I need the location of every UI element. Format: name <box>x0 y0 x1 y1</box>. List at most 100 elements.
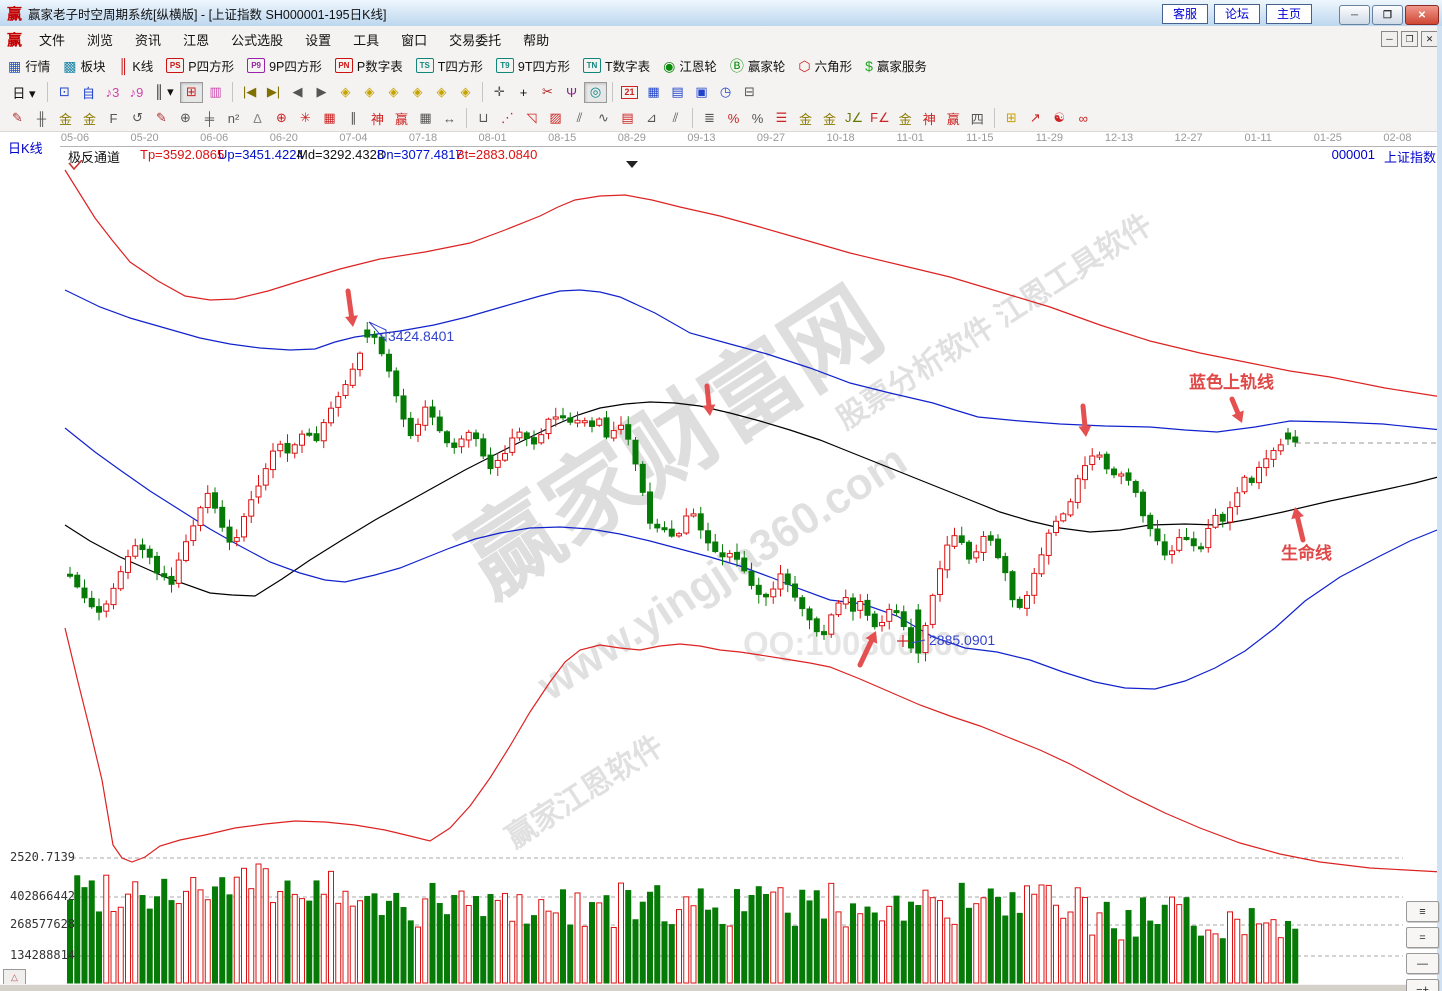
taiji-icon[interactable]: ☯ <box>1048 108 1071 129</box>
percent-icon[interactable]: % <box>746 108 769 129</box>
last-bar-icon[interactable]: ▶| <box>262 82 285 103</box>
t-number-button[interactable]: TNT数字表 <box>583 56 650 75</box>
kline-button[interactable]: ║K线 <box>119 56 154 75</box>
slant-lines-icon[interactable]: ⫽ <box>664 108 687 129</box>
home-button[interactable]: 主页 <box>1266 4 1312 24</box>
gold-lines-icon[interactable]: 金 <box>818 108 841 129</box>
h-expand-icon[interactable]: ↔ <box>438 108 461 129</box>
p9-cycle-icon[interactable]: ♪9 <box>125 82 148 103</box>
red-fan-icon[interactable]: ⋰ <box>496 108 519 129</box>
percent-red-icon[interactable]: % <box>722 108 745 129</box>
brush-icon[interactable]: ✎ <box>150 108 173 129</box>
gann-wheel-button[interactable]: ◉江恩轮 <box>663 56 717 75</box>
stats-bars-icon[interactable]: ≣ <box>698 108 721 129</box>
angle-a-icon[interactable]: ∆ <box>246 108 269 129</box>
menu-item[interactable]: 设置 <box>294 30 342 49</box>
gann-grid-lines-icon[interactable]: ╫ <box>30 108 53 129</box>
f-angle-icon[interactable]: F∠ <box>867 108 893 129</box>
t9-square-button[interactable]: T99T四方形 <box>496 56 570 75</box>
gann-compress-icon[interactable]: ◈ <box>406 82 429 103</box>
close-button[interactable]: ✕ <box>1405 5 1439 25</box>
gann-hswap-icon[interactable]: ◈ <box>382 82 405 103</box>
shen-angle-icon[interactable]: 神 <box>918 108 941 129</box>
speed-fan-icon[interactable]: ⫽ <box>568 108 591 129</box>
winner-wheel-button[interactable]: Ⓑ赢家轮 <box>730 56 786 75</box>
pane-toggle-button[interactable]: △ <box>3 969 26 985</box>
box-tool-icon[interactable]: ⊔ <box>472 108 495 129</box>
first-bar-icon[interactable]: |◀ <box>238 82 261 103</box>
ruler-lines-icon[interactable]: ╪ <box>198 108 221 129</box>
gold-grid-icon[interactable]: 金 <box>54 108 77 129</box>
gann-left-icon[interactable]: ◈ <box>334 82 357 103</box>
fan-box-icon[interactable]: ◹ <box>520 108 543 129</box>
prev-bar-icon[interactable]: ◀ <box>286 82 309 103</box>
quotes-button[interactable]: ▦行情 <box>8 56 50 75</box>
notes-icon[interactable]: ▤ <box>666 82 689 103</box>
gann-head-icon[interactable]: Ψ <box>560 82 583 103</box>
circle-cross-icon[interactable]: ⊕ <box>174 108 197 129</box>
support-button[interactable]: 客服 <box>1162 4 1208 24</box>
p-square-button[interactable]: PSP四方形 <box>166 56 234 75</box>
target-icon[interactable]: ⊕ <box>270 108 293 129</box>
black-grid-icon[interactable]: ▦ <box>414 108 437 129</box>
measure-icon[interactable]: ✂ <box>536 82 559 103</box>
red-grid-icon[interactable]: ⊞ <box>180 82 203 103</box>
menu-item[interactable]: 江恩 <box>172 30 220 49</box>
crosshair-icon[interactable]: + <box>512 82 535 103</box>
ying-angle-icon[interactable]: 赢 <box>942 108 965 129</box>
candle-style-dropdown[interactable]: ║ ▾ <box>149 82 179 103</box>
percent-lines-icon[interactable]: ☰ <box>770 108 793 129</box>
ai-brain-icon[interactable]: ◎ <box>584 82 607 103</box>
scale-small-button[interactable]: — <box>1406 953 1439 974</box>
star-burst-icon[interactable]: ✳ <box>294 108 317 129</box>
hand-tool-icon[interactable]: ✛ <box>488 82 511 103</box>
menu-item[interactable]: 交易委托 <box>438 30 512 49</box>
infinity-icon[interactable]: ∞ <box>1072 108 1095 129</box>
child-maximize-button[interactable]: ❐ <box>1401 31 1418 47</box>
p-number-button[interactable]: PNP数字表 <box>335 56 403 75</box>
gann-right-icon[interactable]: ◈ <box>358 82 381 103</box>
child-close-button[interactable]: ✕ <box>1421 31 1438 47</box>
n-square-icon[interactable]: n² <box>222 108 245 129</box>
ying-tool-icon[interactable]: 赢 <box>390 108 413 129</box>
menu-item[interactable]: 浏览 <box>76 30 124 49</box>
print-icon[interactable]: ⊟ <box>738 82 761 103</box>
draw-pen-icon[interactable]: ✎ <box>6 108 29 129</box>
menu-item[interactable]: 帮助 <box>512 30 560 49</box>
region-select-icon[interactable]: ⊡ <box>53 82 76 103</box>
gold-angle-icon[interactable]: 金 <box>894 108 917 129</box>
gann-center-icon[interactable]: ◈ <box>454 82 477 103</box>
period-day-dropdown[interactable]: 日 ▾ <box>6 82 42 103</box>
shen-tool-icon[interactable]: 神 <box>366 108 389 129</box>
yellow-grid-icon[interactable]: ⊞ <box>1000 108 1023 129</box>
menu-item[interactable]: 窗口 <box>390 30 438 49</box>
si-angle-icon[interactable]: 四 <box>966 108 989 129</box>
sectors-button[interactable]: ▩板块 <box>63 56 105 75</box>
info-list-icon[interactable]: 自 <box>77 82 100 103</box>
square-grid-icon[interactable]: ▦ <box>318 108 341 129</box>
menu-item[interactable]: 文件 <box>28 30 76 49</box>
save-icon[interactable]: ▣ <box>690 82 713 103</box>
zigzag-icon[interactable]: ∿ <box>592 108 615 129</box>
candlestick-chart[interactable]: 赢家财富网股票分析软件 江恩工具软件www.yingjia360.com赢家江恩… <box>0 160 1442 991</box>
menu-item[interactable]: 资讯 <box>124 30 172 49</box>
calculator-icon[interactable]: ▦ <box>642 82 665 103</box>
pause-lines-icon[interactable]: ∥ <box>342 108 365 129</box>
forum-button[interactable]: 论坛 <box>1214 4 1260 24</box>
j-angle-icon[interactable]: J∠ <box>842 108 866 129</box>
p3-cycle-icon[interactable]: ♪3 <box>101 82 124 103</box>
color-histogram-icon[interactable]: ▥ <box>204 82 227 103</box>
winner-service-button[interactable]: $赢家服务 <box>865 56 927 75</box>
hexagon-button[interactable]: ⬡六角形 <box>798 56 852 75</box>
price-grid-icon[interactable]: ▤ <box>616 108 639 129</box>
world-clock-icon[interactable]: ◷ <box>714 82 737 103</box>
scale-plus-button[interactable]: −+ <box>1406 979 1439 991</box>
scale-large-button[interactable]: ≡ <box>1406 901 1439 922</box>
minimize-button[interactable]: ─ <box>1339 5 1370 25</box>
trend-chart-icon[interactable]: ↗ <box>1024 108 1047 129</box>
maximize-button[interactable]: ❐ <box>1372 5 1403 25</box>
gold-grid2-icon[interactable]: 金 <box>78 108 101 129</box>
fibo-lines-icon[interactable]: F <box>102 108 125 129</box>
calendar-icon[interactable]: 21 <box>618 82 641 103</box>
menu-item[interactable]: 工具 <box>342 30 390 49</box>
